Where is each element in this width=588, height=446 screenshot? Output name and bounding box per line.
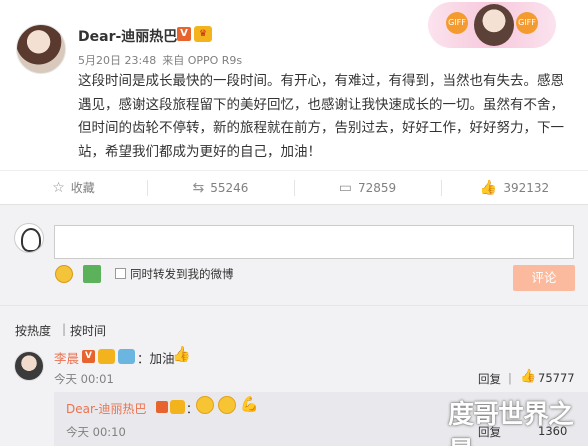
like-button[interactable]: 👍 392132	[441, 171, 588, 204]
repost-button[interactable]: ⇆ 55246	[147, 171, 294, 204]
site-watermark: 度哥世界之最	[448, 400, 574, 446]
reply-author-name[interactable]: Dear-迪丽热巴	[66, 400, 146, 417]
favorite-label: 收藏	[70, 181, 95, 195]
comment-icon: ▭	[338, 179, 353, 196]
emoji-icon[interactable]	[55, 265, 73, 283]
my-avatar[interactable]	[14, 223, 44, 253]
strong-arm-emoji-icon: 💪	[240, 395, 259, 413]
verified-badge[interactable]: V	[177, 27, 191, 41]
divider	[0, 305, 588, 306]
reply-time: 今天 00:10	[66, 425, 126, 439]
commenter-name[interactable]: 李晨	[54, 348, 79, 367]
vip-badge-icon[interactable]: ♛	[194, 26, 212, 42]
comment-input[interactable]	[54, 225, 574, 259]
favorite-button[interactable]: ☆ 收藏	[0, 171, 147, 204]
card-sticker-right: GIFF	[516, 12, 538, 34]
sort-by-time-tab[interactable]: 按时间	[70, 322, 106, 339]
weibo-post: Dear-迪丽热巴 V ♛ 5月20日 23:48 来自 OPPO R9s 这段时…	[0, 0, 588, 204]
card-avatar-image	[474, 4, 514, 46]
comment-button[interactable]: ▭ 72859	[294, 171, 441, 204]
vip-badge-icon	[170, 400, 185, 414]
post-actions-bar: ☆ 收藏 ⇆ 55246 ▭ 72859 👍 392132	[0, 170, 588, 204]
vip-badge-icon	[98, 349, 115, 364]
sort-separator: |	[62, 322, 67, 336]
sun-emoji-icon	[218, 396, 236, 414]
like-icon: 👍	[479, 179, 498, 196]
post-source: 来自 OPPO R9s	[162, 54, 243, 67]
post-meta: 5月20日 23:48 来自 OPPO R9s	[78, 52, 248, 68]
repost-icon: ⇆	[192, 179, 205, 196]
star-icon: ☆	[52, 179, 65, 196]
verified-badge-icon	[156, 401, 168, 413]
post-date[interactable]: 5月20日 23:48	[78, 54, 156, 67]
repost-checkbox[interactable]	[115, 268, 126, 279]
verified-badge-icon: V	[82, 350, 95, 363]
repost-checkbox-label: 同时转发到我的微博	[130, 267, 234, 281]
commenter-avatar[interactable]	[14, 351, 44, 381]
submit-comment-button[interactable]: 评论	[513, 265, 575, 291]
comment-time: 今天 00:01	[54, 372, 114, 386]
image-icon[interactable]	[83, 265, 101, 283]
like-icon[interactable]: 👍	[520, 369, 536, 384]
comment-like-count: 75777	[538, 371, 575, 385]
author-avatar[interactable]	[16, 24, 66, 74]
repost-count: 55246	[210, 180, 249, 195]
comment-count: 72859	[358, 180, 397, 195]
member-badge-icon	[118, 349, 135, 364]
card-sticker-left: GIFF	[446, 12, 468, 34]
sort-by-hot-tab[interactable]: 按热度	[15, 322, 51, 339]
thumbs-up-emoji-icon: 👍	[172, 345, 191, 363]
author-name[interactable]: Dear-迪丽热巴	[78, 26, 177, 46]
like-count: 392132	[503, 180, 550, 195]
grin-emoji-icon	[196, 396, 214, 414]
post-text: 这段时间是成长最快的一段时间。有开心，有难过，有得到，当然也有失去。感恩遇见，感…	[78, 73, 564, 160]
comment-text: ：加油	[137, 351, 175, 366]
comment-action-separator: |	[508, 371, 512, 385]
comment-reply-link[interactable]: 回复	[478, 371, 501, 387]
